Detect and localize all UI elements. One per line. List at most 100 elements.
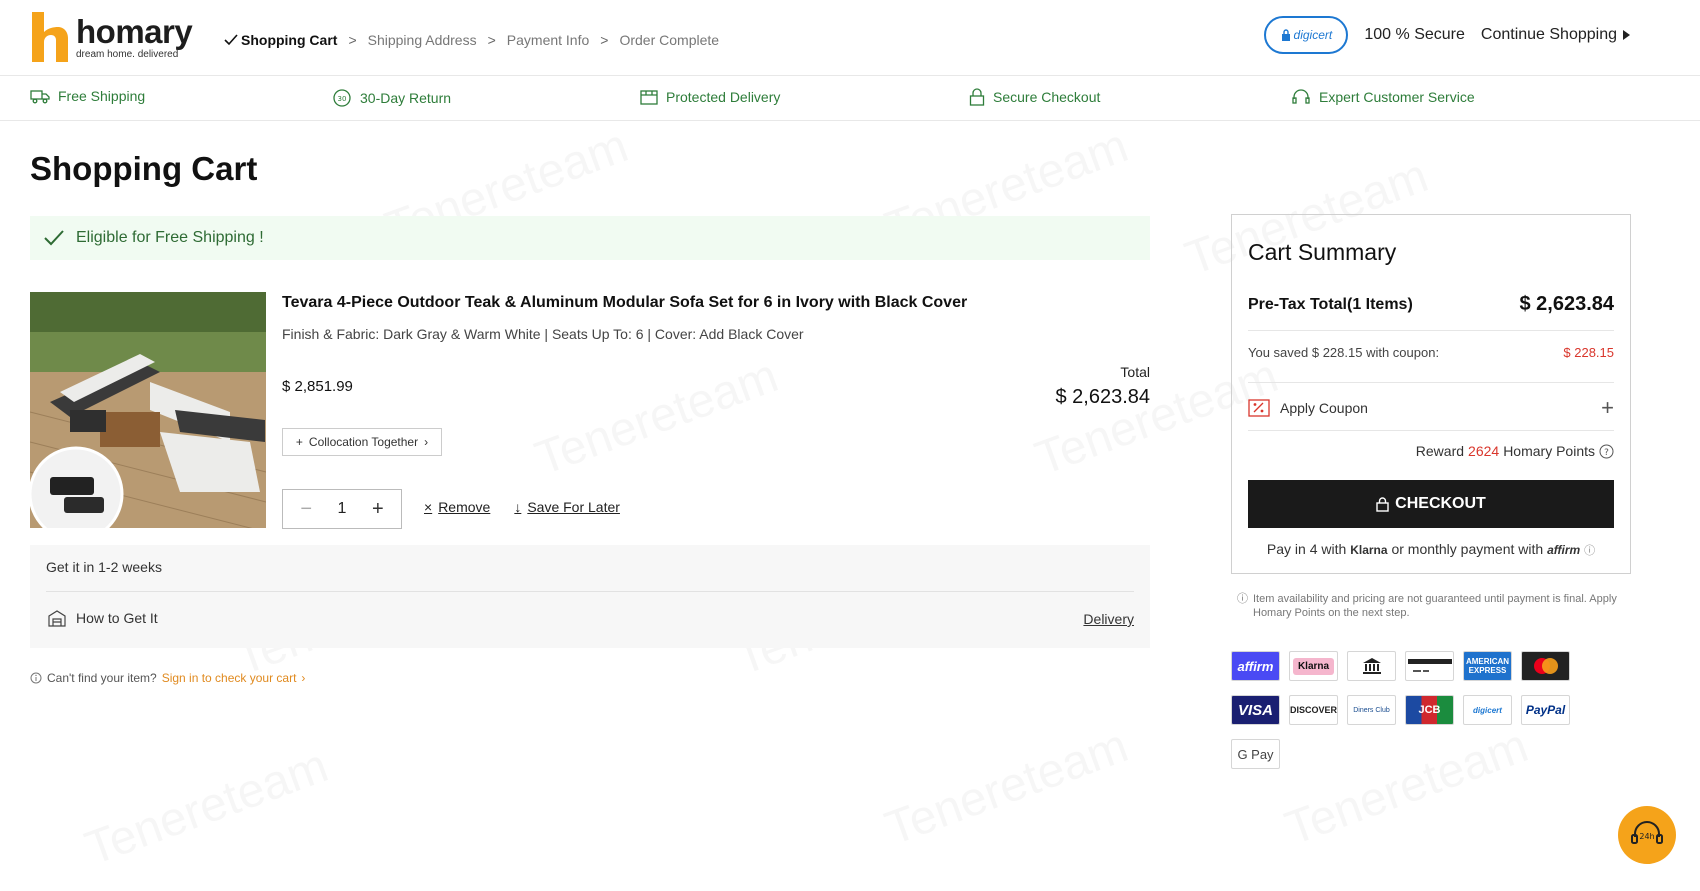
- product-title[interactable]: Tevara 4-Piece Outdoor Teak & Aluminum M…: [282, 294, 967, 312]
- plus-icon: +: [295, 435, 303, 449]
- step-order-complete: Order Complete: [619, 32, 720, 48]
- free-shipping-banner: Eligible for Free Shipping !: [30, 216, 1150, 260]
- sign-in-link[interactable]: Sign in to check your cart: [162, 671, 297, 685]
- lock-icon: [969, 88, 985, 106]
- truck-icon: [30, 90, 50, 104]
- plus-icon[interactable]: +: [1601, 395, 1614, 421]
- how-to-get-it: How to Get It: [48, 609, 158, 627]
- product-attributes: Finish & Fabric: Dark Gray & Warm White …: [282, 326, 804, 342]
- chevron-right-icon: ›: [301, 671, 306, 685]
- watermark: Tenereteam: [878, 718, 1135, 856]
- chevron-right-icon: >: [348, 32, 357, 48]
- item-total-label: Total: [1120, 364, 1150, 380]
- payment-methods: affirm Klarna AMERICAN EXPRESS VISA DISC…: [1231, 651, 1591, 783]
- homary-logo-icon: [30, 10, 70, 64]
- benefit-protected-delivery: Protected Delivery: [640, 88, 780, 106]
- quantity-value[interactable]: 1: [338, 500, 347, 518]
- info-icon: ⓘ: [1237, 593, 1248, 605]
- benefit-secure-checkout: Secure Checkout: [969, 88, 1100, 106]
- apply-coupon-row[interactable]: Apply Coupon +: [1248, 395, 1614, 421]
- cant-find-item: Can't find your item? Sign in to check y…: [30, 671, 305, 685]
- chevron-right-icon: ›: [424, 435, 429, 449]
- item-total-value: $ 2,623.84: [1055, 386, 1150, 408]
- step-payment-info: Payment Info: [506, 32, 590, 48]
- protected-delivery-icon: [640, 90, 658, 105]
- step-shipping-address: Shipping Address: [367, 32, 477, 48]
- delivery-eta: Get it in 1-2 weeks: [46, 559, 162, 575]
- visa-card: VISA: [1231, 695, 1280, 725]
- lock-icon: [1376, 496, 1389, 512]
- continue-shopping-link[interactable]: Continue Shopping: [1481, 26, 1630, 44]
- divider: [46, 591, 1134, 592]
- headset-icon: [1292, 89, 1310, 104]
- mastercard-card: [1521, 651, 1570, 681]
- page-title: Shopping Cart: [30, 150, 258, 187]
- close-icon: ×: [424, 499, 433, 515]
- chevron-right-icon: >: [487, 32, 496, 48]
- affirm-logo: affirm: [1547, 543, 1581, 557]
- summary-title: Cart Summary: [1248, 239, 1397, 265]
- decrement-button[interactable]: −: [291, 498, 321, 521]
- cart-summary: Cart Summary Pre-Tax Total(1 Items) $ 2,…: [1231, 214, 1631, 574]
- diners-club-card: Diners Club: [1347, 695, 1396, 725]
- secure-text: 100 % Secure: [1364, 26, 1465, 43]
- collocation-together-button[interactable]: + Collocation Together ›: [282, 428, 442, 456]
- reward-points: Reward 2624 Homary Points ?: [1416, 443, 1614, 459]
- delivery-panel: Get it in 1-2 weeks How to Get It Delive…: [30, 545, 1150, 648]
- quantity-stepper: − 1 +: [282, 489, 402, 529]
- svg-text:24h: 24h: [1639, 832, 1654, 841]
- benefits-bar: Free Shipping 30 30-Day Return Protected…: [0, 76, 1700, 121]
- checkout-button[interactable]: CHECKOUT: [1248, 480, 1614, 528]
- coupon-icon: [1248, 399, 1270, 417]
- save-for-later-button[interactable]: ↓ Save For Later: [514, 499, 620, 515]
- pretax-total-label: Pre-Tax Total(1 Items): [1248, 295, 1413, 313]
- info-icon: [30, 672, 42, 684]
- chevron-right-icon: >: [600, 32, 609, 48]
- warehouse-icon: [48, 610, 66, 627]
- divider: [1248, 330, 1614, 331]
- product-image[interactable]: [30, 292, 266, 528]
- affirm-card: affirm: [1231, 651, 1280, 681]
- help-icon[interactable]: ?: [1599, 444, 1614, 459]
- amex-card: AMERICAN EXPRESS: [1463, 651, 1512, 681]
- bank-card-icon: [1347, 651, 1396, 681]
- klarna-card: Klarna: [1289, 651, 1338, 681]
- logo-tagline: dream home. delivered: [76, 48, 179, 60]
- divider: [1248, 430, 1614, 431]
- arrow-down-icon: ↓: [514, 499, 522, 515]
- live-chat-button[interactable]: 24h: [1618, 806, 1676, 864]
- credit-card-icon: [1405, 651, 1454, 681]
- increment-button[interactable]: +: [363, 498, 393, 521]
- product-price: $ 2,851.99: [282, 378, 353, 395]
- pay-in-4-text: Pay in 4 with Klarna or monthly payment …: [1266, 541, 1596, 557]
- header: homary dream home. delivered Shopping Ca…: [0, 0, 1700, 76]
- logo[interactable]: homary dream home. delivered: [30, 8, 200, 66]
- digicert-badge: digicert: [1264, 16, 1349, 54]
- logo-word: homary: [76, 12, 193, 50]
- divider: [1248, 382, 1614, 383]
- klarna-logo: Klarna: [1350, 543, 1388, 557]
- caret-right-icon: [1623, 30, 1630, 40]
- check-icon: [44, 230, 64, 246]
- checkout-steps: Shopping Cart > Shipping Address > Payme…: [224, 32, 719, 48]
- benefit-free-shipping: Free Shipping: [30, 88, 145, 104]
- step-shopping-cart: Shopping Cart: [224, 32, 337, 48]
- remove-button[interactable]: × Remove: [424, 499, 490, 515]
- svg-text:?: ?: [1604, 448, 1609, 458]
- google-pay-card: G Pay: [1231, 739, 1280, 769]
- svg-text:30: 30: [338, 95, 347, 103]
- benefit-expert-service: Expert Customer Service: [1291, 88, 1475, 106]
- return-30-icon: 30: [333, 89, 351, 107]
- coupon-saved-label: You saved $ 228.15 with coupon:: [1248, 345, 1440, 360]
- delivery-method-link[interactable]: Delivery: [1083, 611, 1134, 627]
- jcb-card: JCB: [1405, 695, 1454, 725]
- headset-24h-icon: 24h: [1631, 821, 1663, 844]
- pretax-total-value: $ 2,623.84: [1519, 293, 1614, 315]
- digicert-card: digicert: [1463, 695, 1512, 725]
- availability-note: ⓘ Item availability and pricing are not …: [1237, 593, 1617, 619]
- paypal-card: PayPal: [1521, 695, 1570, 725]
- discover-card: DISCOVER: [1289, 695, 1338, 725]
- watermark: Tenereteam: [78, 738, 335, 876]
- watermark: Tenereteam: [528, 348, 785, 486]
- help-icon[interactable]: ⓘ: [1584, 545, 1595, 557]
